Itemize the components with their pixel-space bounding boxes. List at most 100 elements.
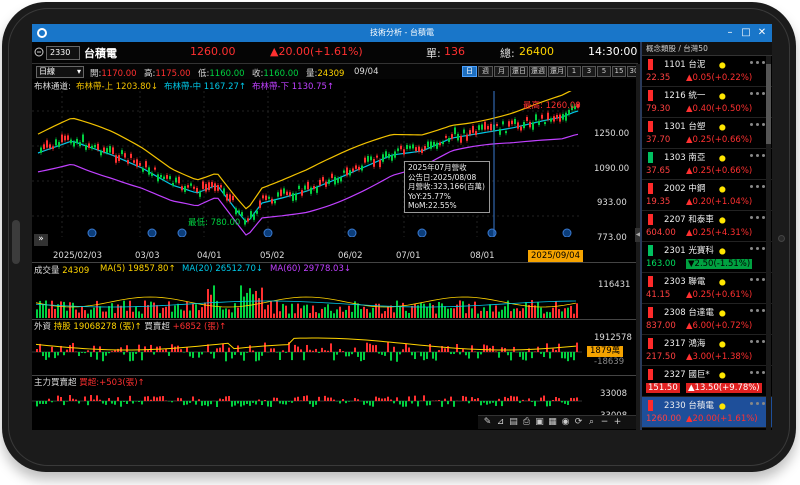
signal-icon: ⬤ [719,186,726,193]
watchlist-item[interactable]: 2327 國巨* ⬤ 151.50 ▲13.50(+9.78%) [642,366,772,397]
candle-body [316,187,318,193]
foreign-net-bar [183,352,185,353]
main-force-bar [474,399,476,401]
candle-body [493,124,495,132]
volume-bar [576,303,578,318]
main-force-bar [267,401,269,407]
main-force-bar [504,396,506,401]
foreign-net-bar [399,352,401,355]
main-force-bar [543,395,545,401]
home-button[interactable] [12,220,20,264]
timeframe-button-0[interactable]: 日 [462,66,477,77]
more-icon[interactable] [750,183,768,195]
candlestick-chart[interactable] [32,91,582,237]
main-force-bar [63,401,65,406]
more-icon[interactable] [750,369,768,381]
volume-bar [552,307,554,318]
main-force-chart[interactable] [32,386,582,416]
main-force-bar [240,401,242,407]
bollinger-lower-line [37,133,579,236]
refresh-icon[interactable]: ⟳ [573,417,584,428]
volume-bar [222,309,224,318]
watchlist-item[interactable]: 2308 台達電 ⬤ 837.00 ▲6.00(+0.72%) [642,304,772,335]
minimize-icon[interactable]: – [724,27,736,39]
foreign-net-bar [306,344,308,352]
more-icon[interactable] [750,152,768,164]
watchlist-item[interactable]: 2303 聯電 ⬤ 41.15 ▲0.25(+0.61%) [642,273,772,304]
timeframe-button-5[interactable]: 還月 [548,66,566,77]
timeframe-button-1[interactable]: 週 [478,66,493,77]
volume-bar [186,301,188,318]
timeframe-button-10[interactable]: 30 [627,66,641,77]
search-icon[interactable]: ⌕ [586,417,597,428]
layout-icon[interactable]: ▣ [534,417,545,428]
volume-bar [369,312,371,318]
more-icon[interactable] [750,59,768,71]
more-icon[interactable] [750,121,768,133]
zoom-in-icon[interactable]: + [612,417,623,428]
candle-body [550,118,552,122]
back-icon[interactable] [34,47,44,57]
foreign-net-bar [471,345,473,352]
month-marker-icon [487,228,497,237]
draw-icon[interactable]: ✎ [482,417,493,428]
foreign-net-bar [48,352,50,358]
more-icon[interactable] [750,214,768,226]
candle-body [577,103,579,108]
main-force-bar [324,395,326,401]
print-icon[interactable]: ⎙ [521,417,532,428]
more-icon[interactable] [750,307,768,319]
foreign-net-chart[interactable] [32,330,582,374]
timeframe-button-4[interactable]: 還週 [529,66,547,77]
watchlist-item[interactable]: 1301 台塑 ⬤ 37.70 ▲0.25(+0.66%) [642,118,772,149]
more-icon[interactable] [750,90,768,102]
chart-icon[interactable]: ▤ [508,417,519,428]
watchlist-item[interactable]: 2301 光寶科 ⬤ 163.00 ▼2.50(-1.51%) [642,242,772,273]
foreign-net-bar [225,352,227,362]
period-select[interactable]: 日線 ▾ [36,66,84,78]
zoom-out-icon[interactable]: − [599,417,610,428]
timeframe-button-7[interactable]: 3 [582,66,596,77]
watchlist-item[interactable]: 2002 中鋼 ⬤ 19.35 ▲0.20(+1.04%) [642,180,772,211]
trend-flag-icon [648,307,653,318]
more-icon[interactable] [750,245,768,257]
timeframe-button-8[interactable]: 5 [597,66,611,77]
view-icon[interactable]: ◉ [560,417,571,428]
main-force-bar [417,401,419,407]
chart-scrollbar[interactable] [636,64,640,430]
watchlist-item[interactable]: 1303 南亞 ⬤ 37.65 ▲0.25(+0.66%) [642,149,772,180]
more-icon[interactable] [750,338,768,350]
more-icon[interactable] [750,276,768,288]
more-icon[interactable] [750,400,768,412]
main-force-bar [153,396,155,401]
timeframe-button-11[interactable]: 60 [642,66,656,77]
watchlist-scrollbar[interactable] [766,56,771,430]
expand-icon[interactable]: » [34,234,48,246]
timeframe-button-3[interactable]: 還日 [510,66,528,77]
foreign-net-bar [243,352,245,361]
grid-icon[interactable]: ▦ [547,417,558,428]
timeframe-button-6[interactable]: 1 [567,66,581,77]
watchlist-item[interactable]: 1216 統一 ⬤ 79.30 ▲0.40(+0.50%) [642,87,772,118]
candle-body [217,184,219,191]
volume-bar [126,310,128,318]
candle-body [427,141,429,148]
main-force-bar [546,401,548,407]
candle-body [304,185,306,190]
maximize-icon[interactable]: □ [740,27,752,39]
foreign-net-bar [102,352,104,362]
stock-code-input[interactable]: 2330 [46,46,80,60]
volume-chart[interactable] [32,274,582,318]
watchlist-item[interactable]: 2330 台積電 ⬤ 1260.00 ▲20.00(+1.61%) [642,397,772,428]
close-icon[interactable]: ✕ [756,27,768,39]
collapse-sidebar-icon[interactable]: ◀ [635,228,641,242]
watchlist-item[interactable]: 1101 台泥 ⬤ 22.35 ▲0.05(+0.22%) [642,56,772,87]
timeframe-button-9[interactable]: 15 [612,66,626,77]
foreign-net-bar [405,343,407,352]
y-tick: 1912578 [594,333,632,343]
ruler-icon[interactable]: ⊿ [495,417,506,428]
watchlist-item[interactable]: 2207 和泰車 ⬤ 604.00 ▲0.25(+4.31%) [642,211,772,242]
watchlist-item[interactable]: 2317 鴻海 ⬤ 217.50 ▲3.00(+1.38%) [642,335,772,366]
timeframe-button-2[interactable]: 月 [494,66,509,77]
volume-bar [228,309,230,318]
